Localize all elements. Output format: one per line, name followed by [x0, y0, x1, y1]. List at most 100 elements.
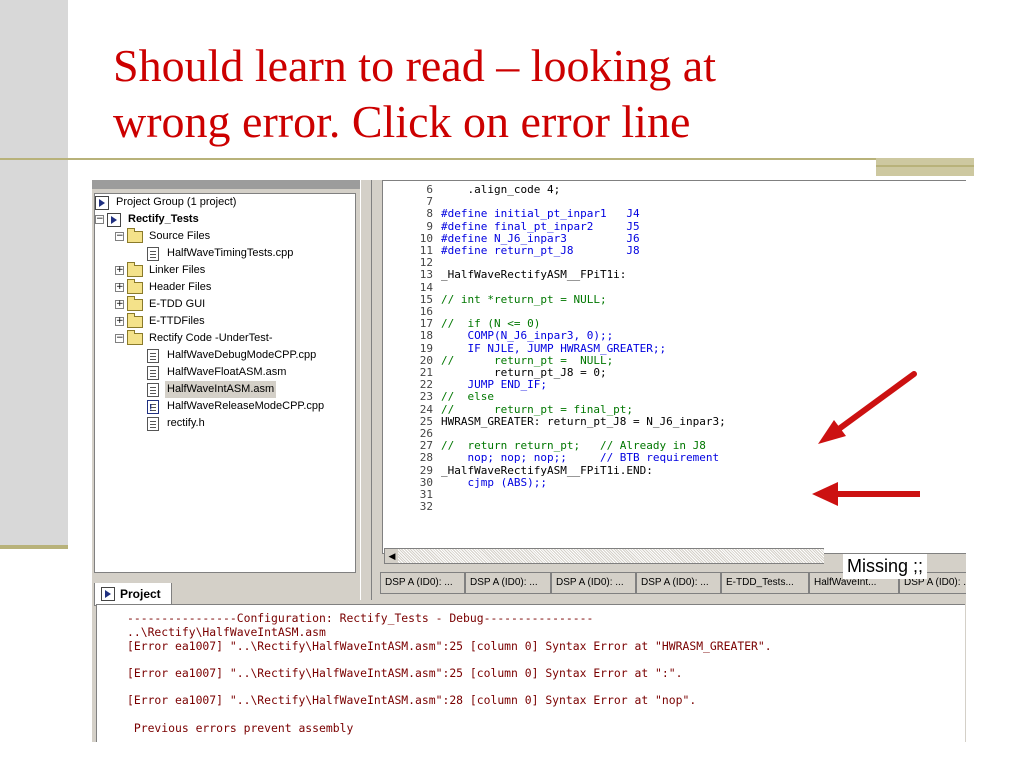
tree-item-label: HalfWaveFloatASM.asm: [167, 366, 287, 378]
document-tab[interactable]: DSP A (ID0): ...: [551, 572, 636, 594]
slide-title-line-2: wrong error. Click on error line: [113, 96, 691, 147]
tree-item-rectify-code[interactable]: − Rectify Code -UnderTest-: [115, 329, 275, 347]
line-text: _HalfWaveRectifyASM__FPiT1i.END:: [441, 463, 653, 477]
slide-sidebar-strip: [0, 0, 68, 548]
folder-open-icon: [127, 227, 143, 243]
line-text: _HalfWaveRectifyASM__FPiT1i:: [441, 268, 627, 282]
code-line[interactable]: 6 .align_code 4;: [383, 183, 560, 196]
line-text: nop; nop; nop;; // BTB requirement: [441, 451, 720, 465]
code-line[interactable]: 15// int *return_pt = NULL;: [383, 292, 607, 306]
folder-open-icon: [127, 329, 143, 345]
tree-item-etdd-gui[interactable]: + E-TDD GUI: [115, 295, 207, 313]
tree-item-header-files[interactable]: + Header Files: [115, 278, 213, 296]
output-error-line[interactable]: [Error ea1007] "..\Rectify\HalfWaveIntAS…: [127, 639, 772, 653]
code-line[interactable]: 30 cjmp (ABS);;: [383, 476, 547, 489]
line-text: HWRASM_GREATER: return_pt_J8 = N_J6_inpa…: [441, 414, 726, 428]
ide-screenshot: Project Group (1 project) − Rectify_Test…: [92, 180, 966, 742]
code-line[interactable]: 13 _HalfWaveRectifyASM__FPiT1i:: [383, 268, 627, 282]
red-arrow-icon-upper: [818, 371, 917, 444]
tree-item-label: Rectify Code -UnderTest-: [149, 332, 273, 344]
tree-item-label: HalfWaveTimingTests.cpp: [167, 247, 294, 259]
code-line[interactable]: 32: [383, 500, 441, 513]
tree-item-file[interactable]: HalfWaveTimingTests.cpp: [147, 245, 295, 262]
tree-item-file[interactable]: HalfWaveReleaseModeCPP.cpp: [147, 398, 326, 417]
line-text: IF NJLE, JUMP HWRASM_GREATER;;: [441, 341, 667, 355]
file-icon: [147, 416, 159, 431]
line-text: #define final_pt_inpar2 J5: [441, 219, 640, 233]
tree-item-file[interactable]: HalfWaveFloatASM.asm: [147, 364, 288, 381]
line-number: 29: [419, 463, 433, 477]
tree-item-label: E-TDD GUI: [149, 298, 206, 310]
line-text: #define initial_pt_inpar1 J4: [441, 207, 640, 221]
document-tab[interactable]: DSP A (ID0): ...: [465, 572, 551, 594]
red-arrow-icon-lower: [812, 482, 920, 506]
expand-icon[interactable]: +: [115, 283, 124, 292]
line-number: 14: [419, 280, 433, 294]
title-rule: [0, 158, 876, 160]
line-text: // if (N <= 0): [441, 317, 541, 331]
slide-title: Should learn to read – looking at wrong …: [113, 38, 973, 150]
slide-title-line-1: Should learn to read – looking at: [113, 40, 716, 91]
output-config-line: ----------------Configuration: Rectify_T…: [127, 611, 594, 625]
line-number: 23: [419, 390, 433, 404]
line-number: 8: [426, 207, 433, 221]
tree-item-project[interactable]: − Rectify_Tests: [95, 211, 201, 228]
document-tab[interactable]: DSP A (ID0): ...: [636, 572, 721, 594]
line-text: // int *return_pt = NULL;: [441, 292, 607, 306]
folder-icon: [127, 278, 143, 294]
panel-splitter[interactable]: [360, 180, 372, 600]
line-text: #define return_pt_J8 J8: [441, 244, 640, 257]
folder-icon: [127, 295, 143, 311]
collapse-icon[interactable]: −: [115, 334, 124, 343]
file-icon: [147, 382, 159, 397]
line-text: COMP(N_J6_inpar3, 0);;: [441, 329, 614, 343]
line-text: return_pt_J8 = 0;: [441, 366, 607, 379]
file-icon: [147, 348, 159, 363]
tree-item-source-files[interactable]: − Source Files: [115, 227, 212, 245]
line-number: 9: [426, 219, 433, 233]
tree-item-label: HalfWaveDebugModeCPP.cpp: [167, 349, 317, 361]
line-number: 19: [419, 341, 433, 355]
document-tab[interactable]: DSP A (ID0): ...: [380, 572, 465, 594]
line-text: // else: [441, 390, 494, 404]
tree-item-file-selected[interactable]: HalfWaveIntASM.asm: [147, 381, 277, 398]
tree-item-label: Source Files: [149, 230, 211, 242]
tree-item-label: HalfWaveReleaseModeCPP.cpp: [167, 400, 325, 412]
collapse-icon[interactable]: −: [115, 232, 124, 241]
output-window[interactable]: ----------------Configuration: Rectify_T…: [96, 604, 965, 742]
code-line[interactable]: 14: [383, 280, 441, 294]
horizontal-scrollbar[interactable]: [398, 548, 824, 564]
output-error-line[interactable]: [Error ea1007] "..\Rectify\HalfWaveIntAS…: [127, 666, 682, 680]
tree-item-linker-files[interactable]: + Linker Files: [115, 261, 207, 279]
project-tab-icon: [101, 587, 115, 601]
expand-icon[interactable]: +: [115, 266, 124, 275]
line-text: JUMP END_IF;: [441, 378, 547, 392]
line-text: // return return_pt; // Already in J8: [441, 439, 706, 453]
sidebar-rule: [0, 545, 68, 549]
tree-item-file[interactable]: HalfWaveDebugModeCPP.cpp: [147, 347, 318, 364]
line-text: #define N_J6_inpar3 J6: [441, 231, 640, 245]
line-number: 18: [419, 329, 433, 343]
file-icon: [147, 246, 159, 261]
collapse-icon[interactable]: −: [95, 215, 104, 224]
missing-annotation-label: Missing ;;: [843, 554, 928, 579]
tree-item-ettd-files[interactable]: + E-TTDFiles: [115, 312, 207, 330]
expand-icon[interactable]: +: [115, 317, 124, 326]
tab-project[interactable]: Project: [94, 583, 172, 606]
line-number: 24: [419, 402, 433, 416]
project-tree: Project Group (1 project) − Rectify_Test…: [94, 193, 356, 573]
tree-item-project-group[interactable]: Project Group (1 project): [95, 194, 238, 211]
project-group-icon: [95, 195, 109, 210]
document-tab[interactable]: E-TDD_Tests...: [721, 572, 809, 594]
tree-item-file[interactable]: rectify.h: [147, 415, 207, 432]
tree-item-label: Linker Files: [149, 264, 206, 276]
project-panel-titlebar: [92, 180, 362, 189]
tree-item-label: rectify.h: [167, 417, 205, 429]
tree-item-label: Header Files: [149, 281, 212, 293]
output-error-line[interactable]: [Error ea1007] "..\Rectify\HalfWaveIntAS…: [127, 693, 696, 707]
file-warning-icon: [147, 399, 159, 417]
expand-icon[interactable]: +: [115, 300, 124, 309]
code-line[interactable]: 25 HWRASM_GREATER: return_pt_J8 = N_J6_in…: [383, 414, 726, 428]
tree-item-label: Project Group (1 project): [116, 196, 237, 208]
output-summary-line: Previous errors prevent assembly: [127, 721, 354, 735]
